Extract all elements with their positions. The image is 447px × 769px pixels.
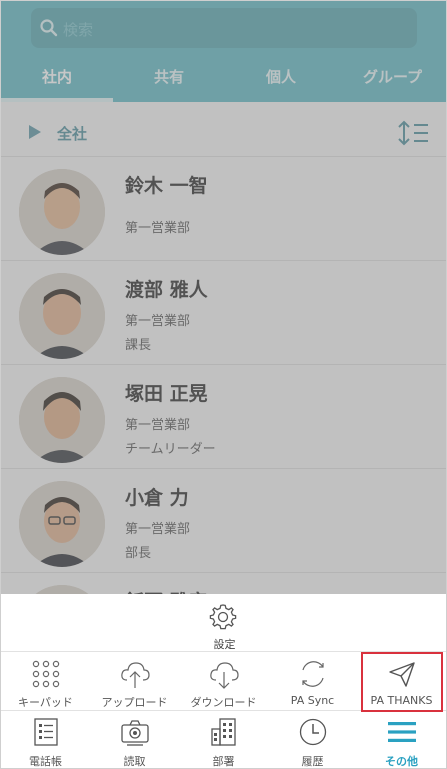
nav-scan[interactable]: 読取 (90, 711, 179, 768)
gear-icon (209, 604, 237, 630)
settings-label: 設定 (213, 638, 236, 651)
keypad-label: キーパッド (18, 696, 73, 709)
more-menu-sheet: 設定 キーパッド アップロード ダウンロード PA Sync PA THANKS… (1, 594, 446, 768)
sync-icon (302, 661, 324, 687)
clock-icon (299, 718, 327, 746)
nav-more[interactable]: その他 (357, 711, 446, 768)
nav-scan-label: 読取 (123, 755, 146, 768)
settings-button[interactable]: 設定 (1, 594, 446, 652)
cloud-upload-icon (121, 662, 150, 688)
upload-button[interactable]: アップロード (90, 652, 179, 711)
dim-overlay[interactable] (1, 1, 446, 594)
nav-history[interactable]: 履歴 (268, 711, 357, 768)
cloud-download-icon (210, 662, 239, 689)
pa-sync-label: PA Sync (290, 694, 335, 707)
highlight-box (361, 652, 443, 712)
nav-contacts[interactable]: 電話帳 (1, 711, 90, 768)
building-icon (211, 718, 236, 746)
nav-contacts-label: 電話帳 (29, 755, 62, 768)
app-screen: 検索 社内 共有 個人 グループ 全社 鈴木 一智 第一営業部 渡部 雅人 第一… (0, 0, 447, 769)
camera-icon (121, 720, 149, 746)
pa-sync-button[interactable]: PA Sync (268, 652, 357, 711)
nav-departments[interactable]: 部署 (179, 711, 268, 768)
keypad-icon (32, 660, 60, 688)
download-label: ダウンロード (190, 696, 257, 709)
nav-history-label: 履歴 (301, 755, 324, 768)
contacts-list-icon (34, 718, 58, 746)
download-button[interactable]: ダウンロード (179, 652, 268, 711)
menu-icon (388, 722, 416, 742)
nav-more-label: その他 (385, 755, 418, 768)
keypad-button[interactable]: キーパッド (1, 652, 90, 711)
nav-departments-label: 部署 (212, 755, 235, 768)
upload-label: アップロード (101, 696, 168, 709)
bottom-nav: 電話帳 読取 部署 履歴 その他 (1, 711, 446, 768)
